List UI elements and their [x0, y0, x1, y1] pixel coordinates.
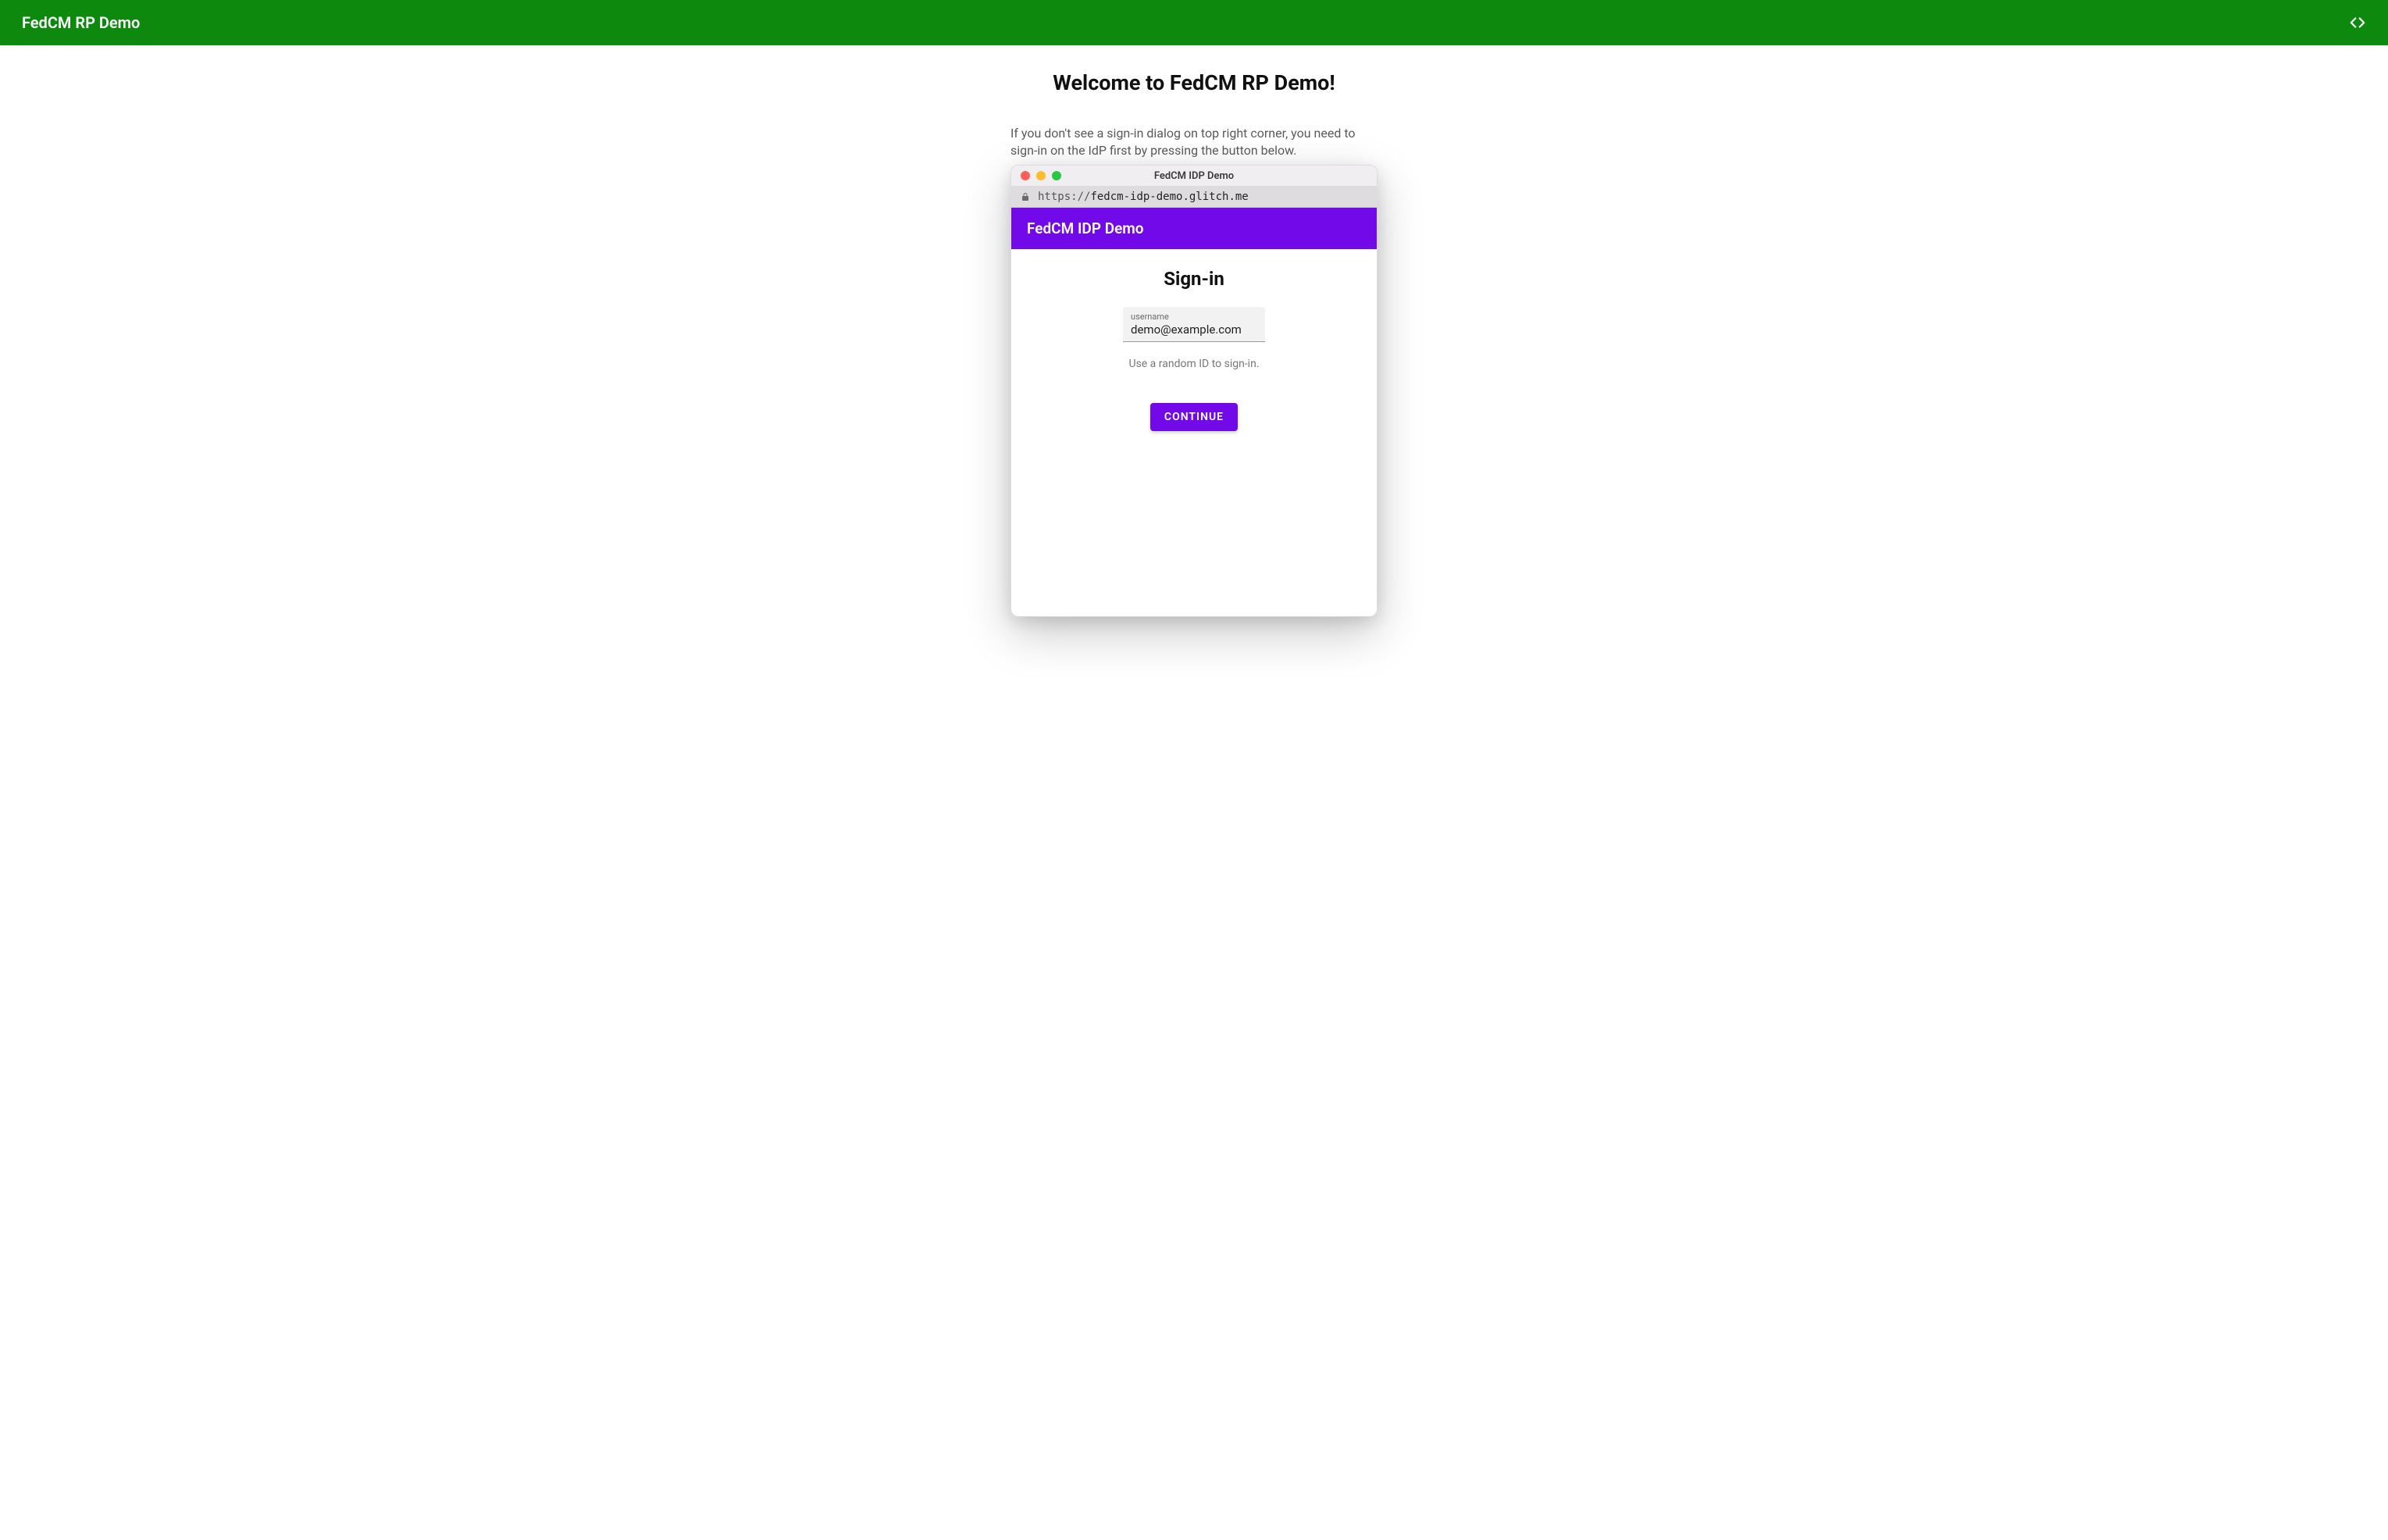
- page-description: If you don't see a sign-in dialog on top…: [1010, 125, 1378, 159]
- url-text: https://fedcm-idp-demo.glitch.me: [1038, 191, 1249, 203]
- signin-heading: Sign-in: [1027, 268, 1361, 290]
- username-field[interactable]: [1131, 323, 1257, 337]
- traffic-lights: [1011, 171, 1061, 180]
- username-label: username: [1131, 312, 1257, 322]
- code-icon[interactable]: [2349, 14, 2366, 31]
- helper-text: Use a random ID to sign-in.: [1027, 358, 1361, 370]
- inner-header: FedCM IDP Demo: [1011, 208, 1377, 249]
- window-maximize-icon[interactable]: [1052, 171, 1061, 180]
- inner-content: Sign-in username Use a random ID to sign…: [1011, 249, 1377, 616]
- continue-button[interactable]: CONTINUE: [1150, 403, 1238, 431]
- inner-header-title: FedCM IDP Demo: [1027, 219, 1144, 237]
- content-wrap: If you don't see a sign-in dialog on top…: [1010, 125, 1378, 617]
- url-domain: fedcm-idp-demo.glitch.me: [1090, 191, 1248, 203]
- browser-window: FedCM IDP Demo https://fedcm-idp-demo.gl…: [1010, 165, 1378, 617]
- window-close-icon[interactable]: [1021, 171, 1030, 180]
- page-heading: Welcome to FedCM RP Demo!: [0, 70, 2388, 95]
- url-protocol: https://: [1038, 191, 1090, 203]
- url-bar[interactable]: https://fedcm-idp-demo.glitch.me: [1011, 187, 1377, 208]
- outer-header: FedCM RP Demo: [0, 0, 2388, 45]
- window-title: FedCM IDP Demo: [1011, 170, 1377, 182]
- window-titlebar: FedCM IDP Demo: [1011, 166, 1377, 187]
- username-input-wrap[interactable]: username: [1123, 307, 1265, 342]
- outer-header-title: FedCM RP Demo: [22, 13, 140, 32]
- lock-icon: [1021, 192, 1030, 201]
- window-minimize-icon[interactable]: [1036, 171, 1046, 180]
